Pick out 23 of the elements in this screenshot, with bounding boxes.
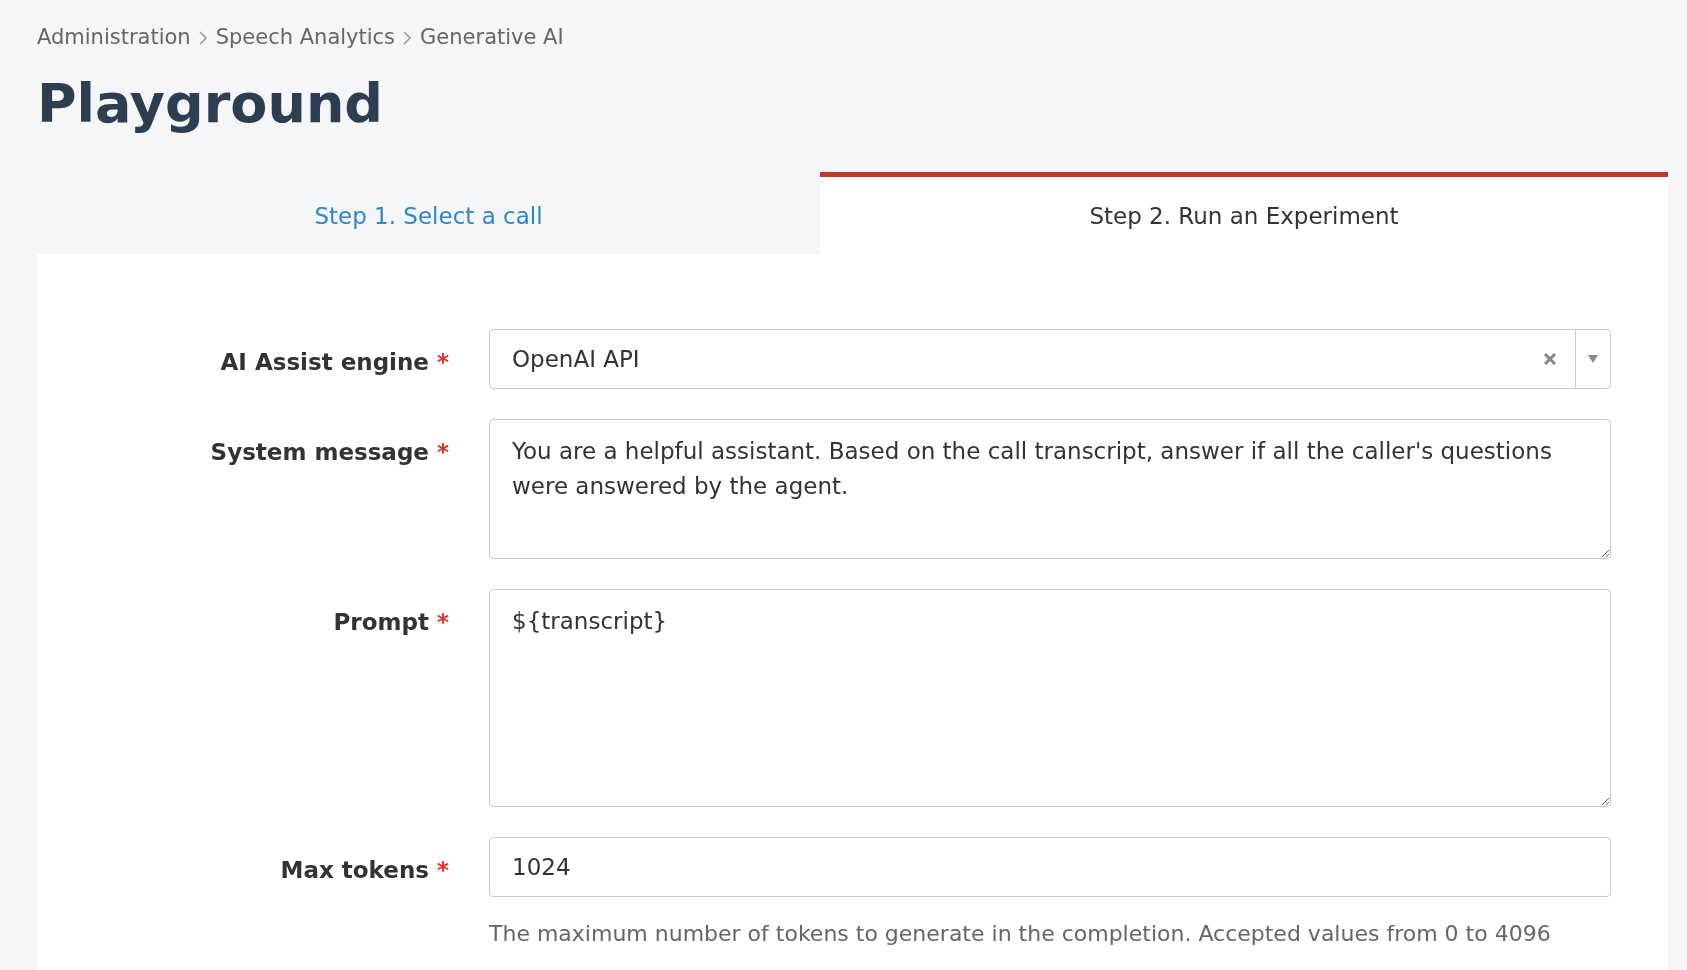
required-mark: *: [436, 856, 449, 883]
breadcrumb-link[interactable]: Speech Analytics: [215, 22, 396, 54]
field-label: System message: [210, 438, 429, 465]
clear-icon[interactable]: [1543, 351, 1557, 366]
breadcrumb-link[interactable]: Administration: [37, 22, 191, 54]
required-mark: *: [436, 438, 449, 465]
select-field[interactable]: OpenAI API: [489, 328, 1611, 389]
required-mark: *: [436, 608, 449, 635]
field-label: Max tokens: [280, 856, 429, 883]
text-area[interactable]: ${transcript}: [489, 588, 1611, 807]
input-field[interactable]: 1024: [489, 836, 1611, 897]
tab[interactable]: Step 2. Run an Experiment: [820, 172, 1668, 254]
text-area[interactable]: You are a helpful assistant. Based on the call transcript, answer if all the caller's questions were answered by the agent.: [489, 418, 1611, 559]
field-label: Prompt: [333, 608, 429, 635]
help-text: The maximum number of tokens to generate in the completion. Accepted values from 0 to 4096: [489, 919, 1552, 948]
dropdown-caret-icon[interactable]: [1588, 354, 1598, 363]
chevron-icon: [198, 30, 208, 45]
page-title: Playground: [37, 71, 384, 137]
required-mark: *: [436, 348, 449, 375]
breadcrumb-current: Generative AI: [420, 24, 564, 51]
field-label: AI Assist engine: [220, 348, 429, 375]
chevron-icon: [403, 30, 413, 45]
tab[interactable]: Step 1. Select a call: [37, 172, 820, 254]
